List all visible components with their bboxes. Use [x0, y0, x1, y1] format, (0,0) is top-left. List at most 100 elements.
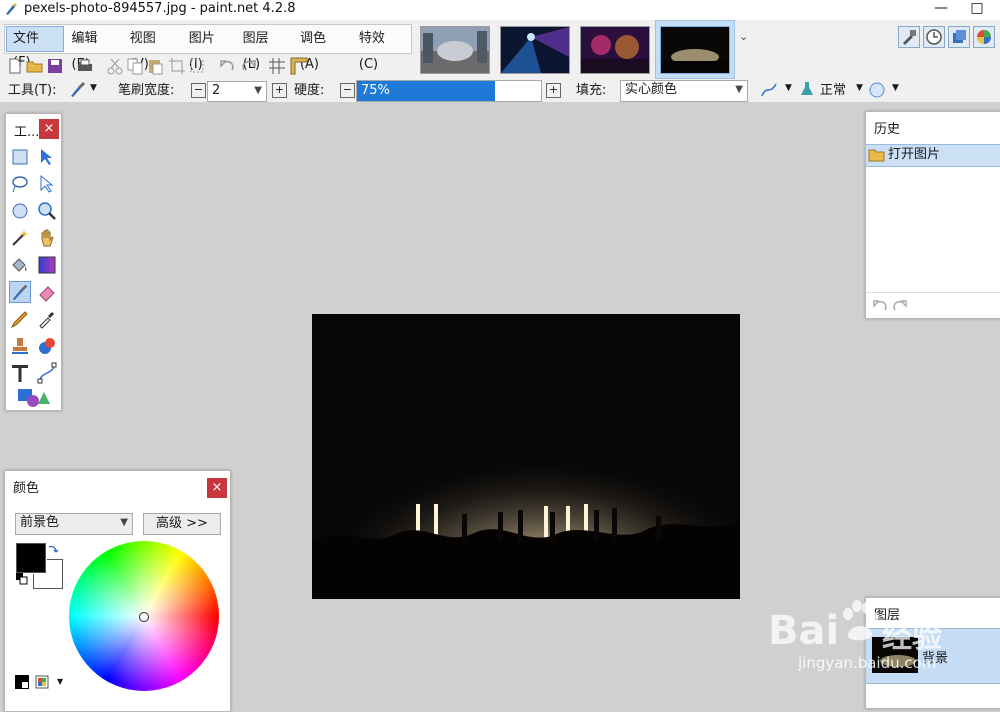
- magic-wand-icon: [12, 230, 28, 246]
- color-wheel-cursor[interactable]: [139, 612, 149, 622]
- history-window-icon[interactable]: [923, 26, 945, 48]
- clone-stamp-icon: [12, 338, 28, 354]
- tools-window-icon[interactable]: [898, 26, 920, 48]
- canvas-image[interactable]: [312, 314, 740, 599]
- hardness-increase-button[interactable]: +: [546, 83, 561, 98]
- history-redo-icon[interactable]: [892, 298, 908, 312]
- grid-icon[interactable]: [268, 57, 286, 75]
- blend-mode-flask-icon[interactable]: [798, 80, 816, 98]
- cut-icon[interactable]: [106, 57, 124, 75]
- image-thumbnail-2[interactable]: [500, 26, 570, 74]
- paintbrush-tool-icon[interactable]: [68, 81, 86, 99]
- line-curve-tool[interactable]: [36, 362, 58, 384]
- thumbnail-overflow-chevron-icon[interactable]: ⌄: [739, 30, 748, 43]
- save-icon[interactable]: [46, 57, 64, 75]
- open-folder-icon[interactable]: [26, 57, 44, 75]
- image-thumbnail-3[interactable]: [580, 26, 650, 74]
- tool-label: 工具(T):: [8, 83, 57, 98]
- primary-color-swatch[interactable]: [15, 542, 47, 574]
- history-item[interactable]: 打开图片: [866, 144, 1000, 167]
- palette-dropdown-arrow-icon[interactable]: ▼: [57, 677, 63, 686]
- crop-icon[interactable]: [168, 57, 186, 75]
- history-undo-icon[interactable]: [872, 298, 888, 312]
- menu-effects[interactable]: 特效(C): [353, 26, 410, 72]
- color-mode-select[interactable]: 前景色 ▼: [15, 513, 133, 535]
- menu-layers[interactable]: 图层(L): [237, 26, 292, 72]
- history-panel: 历史 打开图片: [865, 111, 1000, 319]
- color-picker-tool[interactable]: [36, 308, 58, 330]
- color-wheel[interactable]: [69, 541, 219, 691]
- new-file-icon[interactable]: [6, 57, 24, 75]
- zoom-tool[interactable]: [36, 200, 58, 222]
- zoom-icon: [38, 202, 56, 220]
- move-selection-tool[interactable]: [36, 146, 58, 168]
- hardness-decrease-button[interactable]: −: [340, 83, 355, 98]
- hardness-slider[interactable]: 75%: [356, 80, 542, 102]
- paste-icon[interactable]: [146, 57, 164, 75]
- selection-clipping-icon[interactable]: [868, 81, 886, 99]
- text-tool[interactable]: [9, 362, 31, 384]
- layer-row[interactable]: 背景: [866, 628, 1000, 684]
- minimize-button[interactable]: —: [926, 0, 956, 18]
- reset-colors-icon[interactable]: [16, 573, 28, 585]
- swap-colors-icon[interactable]: [47, 543, 59, 555]
- magic-wand-tool[interactable]: [9, 227, 31, 249]
- redo-icon[interactable]: [240, 57, 258, 75]
- tools-panel-title: 工...: [14, 125, 40, 140]
- menu-view[interactable]: 视图(V): [124, 26, 181, 72]
- rectangle-select-tool[interactable]: [9, 146, 31, 168]
- palette-icon[interactable]: [35, 675, 51, 689]
- chevron-down-icon: ▼: [735, 84, 743, 95]
- lasso-select-tool[interactable]: [9, 173, 31, 195]
- gradient-tool[interactable]: [36, 254, 58, 276]
- brush-width-combobox[interactable]: 2 ▼: [207, 81, 267, 102]
- shapes-tool[interactable]: [16, 386, 52, 408]
- fill-mode-select[interactable]: 实心颜色 ▼: [620, 80, 748, 102]
- hardness-value: 75%: [361, 83, 390, 98]
- fill-mode-value: 实心颜色: [625, 82, 678, 97]
- ruler-icon[interactable]: [290, 57, 308, 75]
- brush-width-decrease-button[interactable]: −: [191, 83, 206, 98]
- advanced-button[interactable]: 高级 >>: [143, 513, 221, 535]
- eraser-tool[interactable]: [36, 281, 58, 303]
- watermark-brand: Bai: [768, 608, 840, 654]
- colors-window-icon[interactable]: [973, 26, 995, 48]
- antialiasing-dropdown-arrow-icon[interactable]: ▼: [785, 83, 792, 93]
- paintbrush-tool[interactable]: [9, 281, 31, 303]
- brush-width-increase-button[interactable]: +: [272, 83, 287, 98]
- clone-stamp-tool[interactable]: [9, 335, 31, 357]
- palette-primary-mini-icon[interactable]: [15, 675, 29, 689]
- menu-image[interactable]: 图片(I): [183, 26, 235, 72]
- copy-icon[interactable]: [126, 57, 144, 75]
- layers-window-icon[interactable]: [948, 26, 970, 48]
- menu-edit[interactable]: 编辑(E): [66, 26, 122, 72]
- deselect-icon[interactable]: [188, 57, 206, 75]
- toolbar-area: 文件(F) 编辑(E) 视图(V) 图片(I) 图层(L) 调色(A) 特效(C…: [0, 20, 1000, 102]
- blend-mode-value[interactable]: 正常: [820, 82, 846, 100]
- menu-file[interactable]: 文件(F): [6, 26, 64, 70]
- gradient-icon: [38, 256, 56, 274]
- colors-panel-close-button[interactable]: ×: [207, 478, 227, 498]
- pencil-tool[interactable]: [9, 308, 31, 330]
- pan-tool[interactable]: [36, 227, 58, 249]
- paintbrush-icon: [12, 284, 28, 301]
- maximize-button[interactable]: □: [962, 0, 992, 18]
- eyedropper-icon: [39, 312, 54, 329]
- blend-mode-dropdown-arrow-icon[interactable]: ▼: [856, 83, 863, 93]
- recolor-tool[interactable]: [36, 335, 58, 357]
- image-thumbnail-4[interactable]: [660, 26, 730, 74]
- fill-label: 填充:: [576, 83, 607, 98]
- image-thumbnail-1[interactable]: [420, 26, 490, 74]
- menu-adjustments[interactable]: 调色(A): [294, 26, 351, 72]
- paint-bucket-tool[interactable]: [9, 254, 31, 276]
- ellipse-select-tool[interactable]: [9, 200, 31, 222]
- move-selection-outline-tool[interactable]: [36, 173, 58, 195]
- tool-dropdown-arrow-icon[interactable]: ▼: [90, 83, 97, 93]
- undo-icon[interactable]: [218, 57, 236, 75]
- move-selection-icon: [40, 174, 54, 193]
- antialiasing-icon[interactable]: [760, 81, 778, 99]
- print-icon[interactable]: [76, 57, 94, 75]
- selection-clipping-dropdown-arrow-icon[interactable]: ▼: [892, 83, 899, 93]
- tools-panel-close-button[interactable]: ×: [39, 119, 59, 139]
- layers-panel-title: 图层: [874, 608, 901, 623]
